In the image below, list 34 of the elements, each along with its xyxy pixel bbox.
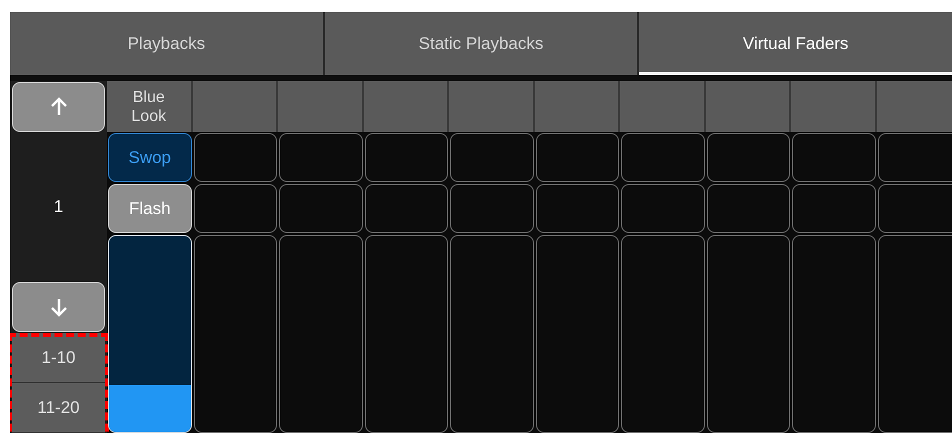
empty-button[interactable] [536, 184, 619, 233]
fader-track[interactable] [536, 235, 619, 433]
bank-button[interactable]: 1-10 [12, 333, 105, 383]
swop-button[interactable]: Swop [108, 133, 192, 182]
fader-track[interactable] [792, 235, 876, 433]
page-number: 1 [54, 197, 64, 217]
empty-button[interactable] [878, 184, 952, 233]
fader-track[interactable] [194, 235, 277, 433]
bank-button[interactable]: 11-20 [12, 383, 105, 433]
empty-button[interactable] [194, 184, 277, 233]
flash-button[interactable]: Flash [108, 184, 192, 233]
empty-button[interactable] [792, 133, 876, 182]
empty-button[interactable] [621, 184, 704, 233]
empty-button[interactable] [536, 133, 619, 182]
fader-track[interactable] [279, 235, 362, 433]
empty-button[interactable] [792, 184, 876, 233]
empty-button[interactable] [450, 133, 534, 182]
empty-button[interactable] [279, 133, 362, 182]
empty-button[interactable] [706, 133, 790, 182]
empty-button[interactable] [706, 184, 790, 233]
empty-button[interactable] [279, 184, 362, 233]
fader-track[interactable] [450, 235, 534, 433]
page-up-button[interactable] [12, 82, 105, 132]
empty-button[interactable] [364, 133, 448, 182]
empty-button[interactable] [194, 133, 277, 182]
fader-track[interactable] [706, 235, 790, 433]
empty-button[interactable] [621, 133, 704, 182]
fader-name: Blue Look [130, 88, 168, 126]
fader-track[interactable] [364, 235, 448, 433]
fader-track[interactable] [878, 235, 952, 433]
empty-button[interactable] [450, 184, 534, 233]
fader-track[interactable] [621, 235, 704, 433]
empty-button[interactable] [364, 184, 448, 233]
empty-button[interactable] [878, 133, 952, 182]
